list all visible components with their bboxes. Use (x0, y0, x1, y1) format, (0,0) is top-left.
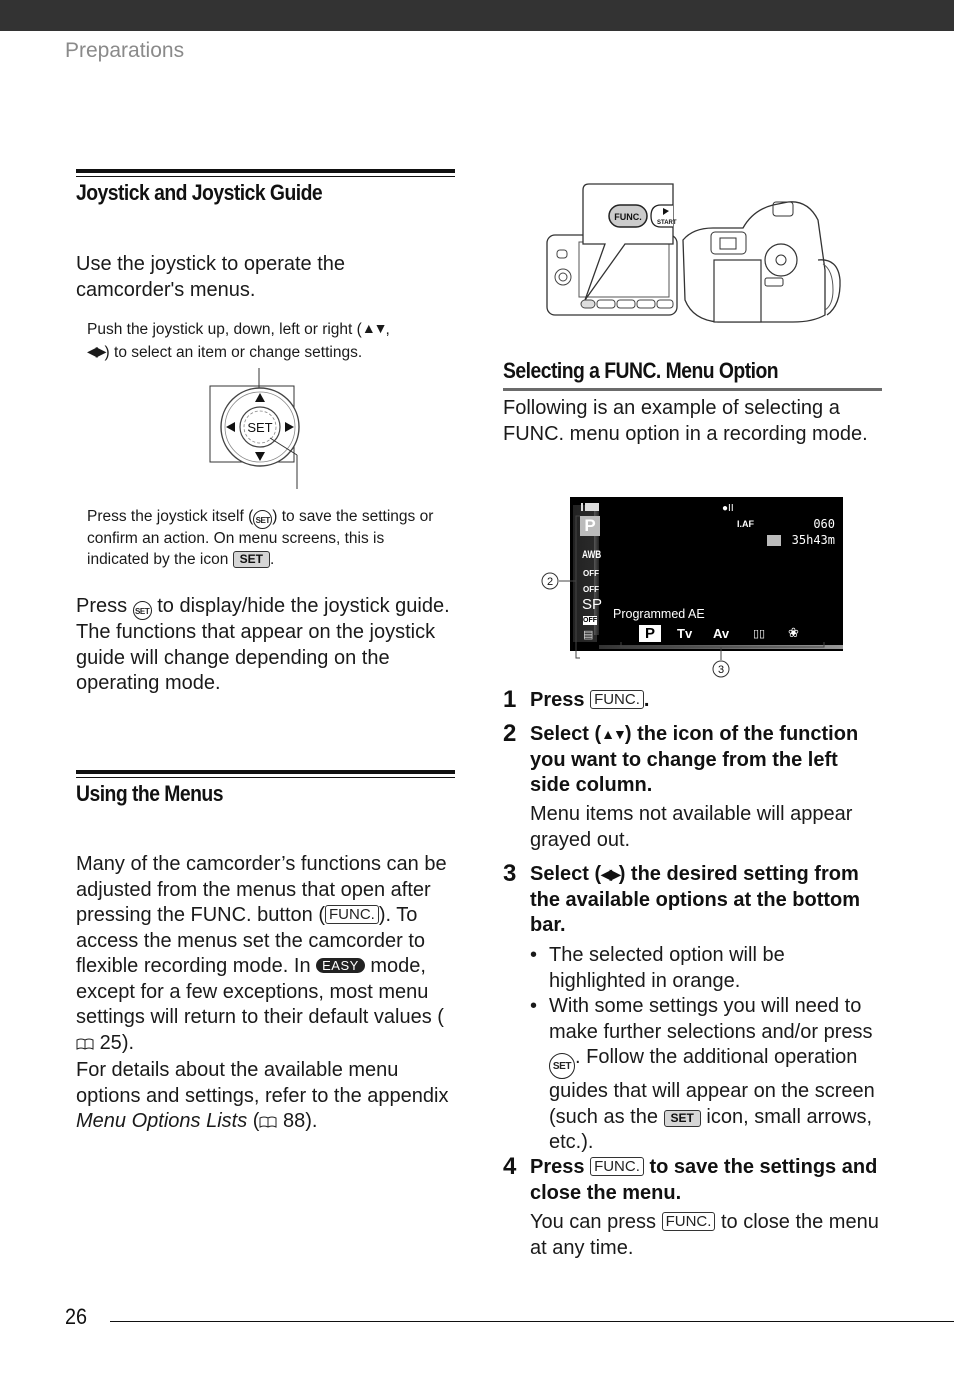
func-button-label: FUNC. (614, 212, 642, 222)
step-body: Menu items not available will appear gra… (530, 803, 853, 851)
func-section-rule (503, 388, 882, 391)
step-title: Press FUNC.. (530, 689, 650, 711)
push-note: Push the joystick up, down, left or righ… (87, 320, 390, 361)
joystick-guide-paragraph: Press SET to display/hide the joystick g… (76, 595, 450, 694)
up-down-arrows-icon: ▲▼ (361, 320, 388, 336)
left-right-arrows-icon: ◀▶ (87, 342, 106, 359)
step-number: 4 (503, 1153, 517, 1180)
step-title: Select (▲▼) the icon of the function you… (530, 723, 859, 796)
bottom-bar-bracket (620, 642, 825, 648)
joystick-intro: Use the joystick to operate the camcorde… (76, 253, 346, 301)
set-button-icon: SET (253, 510, 273, 529)
set-badge-icon: SET (232, 550, 270, 568)
bullet-dot: • (530, 944, 538, 966)
lcd-func-button (580, 299, 596, 309)
step-body: You can press FUNC. to close the menu at… (530, 1211, 879, 1259)
start-button-label: START (657, 220, 677, 226)
func-key-icon: FUNC. (590, 690, 644, 709)
joystick-diagram: SET (209, 368, 300, 489)
set-button-icon: SET (549, 1053, 575, 1079)
menus-section-title: Using the Menus (76, 781, 224, 806)
section-rule-thick (76, 169, 455, 173)
set-label: SET (247, 420, 272, 435)
section-rule-thin (76, 176, 455, 177)
left-column-bracket (575, 515, 580, 659)
book-icon (76, 1038, 94, 1050)
menus-paragraph-1: Many of the camcorder’s functions can be… (76, 853, 447, 1054)
menu-options-lists-reference: Menu Options Lists (76, 1110, 248, 1132)
func-section-title: Selecting a FUNC. Menu Option (503, 358, 779, 383)
section-rule-thin (76, 777, 455, 778)
page-number: 26 (65, 1304, 88, 1329)
side-panel (713, 259, 762, 323)
easy-mode-icon: EASY (316, 958, 365, 973)
step-number: 2 (503, 720, 517, 747)
up-down-arrows-icon: ▲▼ (601, 726, 627, 742)
section-label: Preparations (65, 39, 185, 62)
callout-2-label: 2 (547, 576, 553, 588)
section-rule-thick (76, 770, 455, 774)
left-right-arrows-icon: ◀▶ (601, 866, 620, 882)
mode-dial (764, 243, 798, 277)
bullet-dot: • (530, 995, 538, 1017)
step-title: Select (◀▶) the desired setting from the… (530, 863, 861, 936)
set-badge-icon: SET (663, 1109, 701, 1127)
top-bar (0, 0, 954, 31)
book-icon (259, 1116, 277, 1128)
func-key-icon: FUNC. (661, 1212, 716, 1231)
func-intro: Following is an example of selecting a F… (503, 397, 868, 445)
step-number: 3 (503, 860, 517, 887)
step-number: 1 (503, 686, 517, 713)
step-title: Press FUNC. to save the settings and clo… (530, 1156, 878, 1204)
press-note: Press the joystick itself (SET) to save … (87, 508, 434, 568)
menus-paragraph-2: For details about the available menu opt… (76, 1059, 449, 1132)
footer-rule (110, 1321, 954, 1322)
callout-3-label: 3 (718, 664, 724, 676)
func-key-icon: FUNC. (590, 1157, 644, 1176)
func-key-icon: FUNC. (325, 905, 379, 924)
lcd-callouts: 2 3 (541, 515, 825, 678)
joystick-section-title: Joystick and Joystick Guide (76, 180, 323, 205)
viewfinder (710, 231, 747, 255)
set-button-icon: SET (132, 601, 152, 620)
camcorder-illustration: FUNC. START (546, 183, 841, 323)
